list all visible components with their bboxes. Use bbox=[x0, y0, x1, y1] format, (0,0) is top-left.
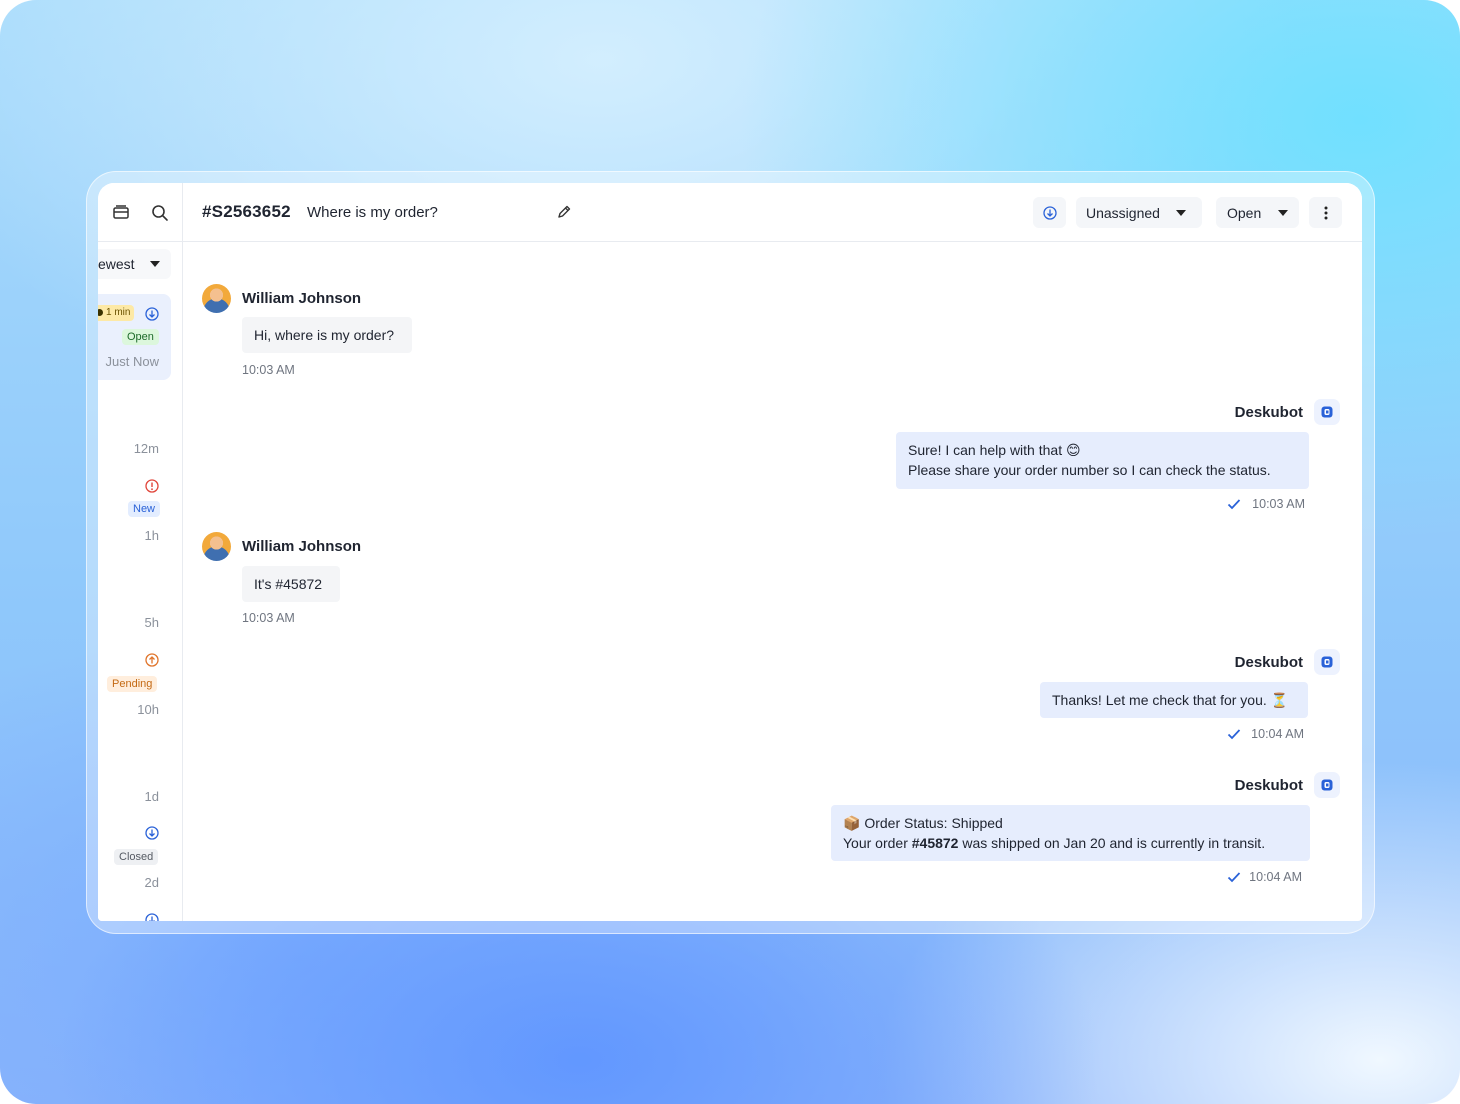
message-bubble: It's #45872 bbox=[242, 566, 340, 602]
message-time: 10:03 AM bbox=[1252, 497, 1305, 511]
arrow-down-circle-icon bbox=[145, 826, 159, 840]
avatar bbox=[202, 532, 231, 561]
sort-dropdown[interactable]: ewest bbox=[98, 249, 171, 279]
message-text: Your order bbox=[843, 835, 912, 851]
check-icon bbox=[1227, 872, 1241, 883]
order-number: #45872 bbox=[911, 835, 959, 851]
check-icon bbox=[1227, 729, 1241, 740]
arrow-down-circle-icon bbox=[145, 307, 159, 321]
more-options-button[interactable] bbox=[1309, 197, 1342, 228]
message-text: Please share your order number so I can … bbox=[908, 462, 1271, 478]
ticket-title: Where is my order? bbox=[307, 204, 438, 221]
conversation-time: 5h bbox=[144, 615, 159, 630]
chevron-down-icon bbox=[1278, 209, 1289, 216]
message-text: It's #45872 bbox=[254, 576, 323, 592]
status-badge: Open bbox=[122, 329, 159, 345]
conversation-time: 12m bbox=[133, 441, 159, 456]
conversation-time: 1d bbox=[144, 789, 159, 804]
pencil-icon[interactable] bbox=[556, 204, 572, 220]
arrow-down-circle-icon bbox=[1042, 205, 1057, 220]
message-time: 10:04 AM bbox=[1251, 727, 1304, 741]
chevron-down-icon bbox=[1175, 209, 1186, 216]
status-badge: New bbox=[128, 501, 161, 517]
arrow-down-circle-icon bbox=[145, 913, 159, 921]
ticket-header: #S2563652 Where is my order? Unassigned … bbox=[183, 183, 1362, 242]
message-bubble: Thanks! Let me check that for you. ⏳ bbox=[1040, 682, 1308, 718]
sender-name: William Johnson bbox=[242, 538, 362, 555]
message-time: 10:03 AM bbox=[242, 611, 295, 625]
message-time: 10:04 AM bbox=[1249, 870, 1302, 884]
conversation-item-active[interactable]: 1 min Open Just Now bbox=[98, 294, 171, 380]
status-badge: Pending bbox=[107, 676, 158, 692]
sender-name: William Johnson bbox=[242, 290, 362, 307]
conversation-sidebar: ewest 1 min Open Just Now 12m New 1h 5h … bbox=[98, 183, 183, 921]
chat-thread: William Johnson Hi, where is my order? 1… bbox=[183, 243, 1362, 921]
message-bubble: Hi, where is my order? bbox=[242, 317, 412, 353]
message-text: Hi, where is my order? bbox=[254, 327, 395, 343]
assignee-label: Unassigned bbox=[1086, 204, 1160, 221]
bot-avatar-icon bbox=[1314, 649, 1340, 675]
message-bubble: 📦 Order Status: Shipped Your order #4587… bbox=[831, 805, 1310, 861]
conversation-time: Just Now bbox=[105, 354, 159, 369]
message-text: Thanks! Let me check that for you. ⏳ bbox=[1052, 692, 1289, 708]
alert-circle-icon bbox=[145, 479, 159, 493]
status-dropdown[interactable]: Open bbox=[1216, 197, 1299, 228]
message-text-line: Your order #45872 was shipped on Jan 20 … bbox=[843, 833, 1298, 853]
bot-avatar-icon bbox=[1314, 772, 1340, 798]
sender-name: Deskubot bbox=[1234, 404, 1303, 421]
check-icon bbox=[1227, 499, 1241, 510]
message-text: Sure! I can help with that 😊 bbox=[908, 442, 1081, 458]
sort-label: ewest bbox=[98, 256, 135, 272]
message-text: was shipped on Jan 20 and is currently i… bbox=[958, 835, 1266, 851]
sla-badge: 1 min bbox=[98, 305, 135, 321]
conversation-time: 1h bbox=[144, 528, 159, 543]
priority-button[interactable] bbox=[1033, 197, 1066, 228]
message-text: 📦 Order Status: Shipped bbox=[843, 815, 1003, 831]
assignee-dropdown[interactable]: Unassigned bbox=[1076, 197, 1202, 228]
bot-avatar-icon bbox=[1314, 399, 1340, 425]
ticket-id: #S2563652 bbox=[202, 202, 291, 221]
status-label: Open bbox=[1227, 204, 1262, 221]
helpdesk-window: ewest 1 min Open Just Now 12m New 1h 5h … bbox=[98, 183, 1362, 921]
avatar bbox=[202, 284, 231, 313]
inbox-icon[interactable] bbox=[111, 203, 131, 223]
sidebar-toolbar bbox=[98, 183, 182, 242]
message-bubble: Sure! I can help with that 😊 Please shar… bbox=[896, 432, 1309, 489]
status-badge: Closed bbox=[114, 849, 159, 865]
conversation-time: 2d bbox=[144, 875, 159, 890]
chevron-down-icon bbox=[150, 261, 160, 267]
more-vertical-icon bbox=[1324, 206, 1327, 219]
sender-name: Deskubot bbox=[1234, 777, 1303, 794]
sender-name: Deskubot bbox=[1234, 654, 1303, 671]
conversation-time: 10h bbox=[137, 702, 159, 717]
search-icon[interactable] bbox=[150, 203, 170, 223]
arrow-up-circle-icon bbox=[145, 653, 159, 667]
message-time: 10:03 AM bbox=[242, 363, 295, 377]
